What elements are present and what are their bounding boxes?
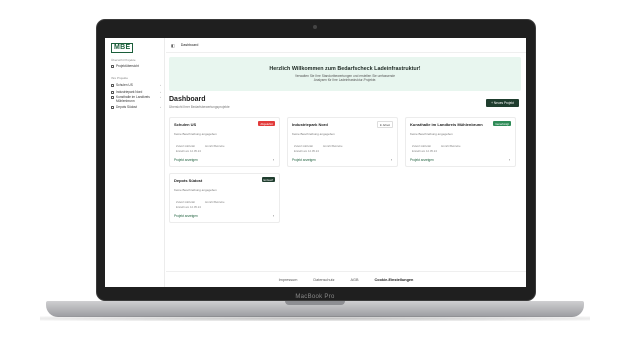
project-title: Industriepark Nord: [292, 122, 328, 127]
footer-link-privacy[interactable]: Datenschutz: [313, 278, 334, 282]
project-open-link[interactable]: Projekt anzeigen: [410, 158, 434, 162]
project-open-link[interactable]: Projekt anzeigen: [174, 214, 198, 218]
chevron-right-icon: ›: [160, 95, 161, 99]
device-label: MacBook Pro: [295, 294, 335, 300]
project-description: Keine Beschreibung angegeben: [174, 132, 217, 136]
project-card[interactable]: Depots Südost Entwurf Keine Beschreibung…: [169, 173, 280, 223]
status-badge: Abgelehnt: [258, 121, 275, 127]
meta-activity: Zuletzt Aktivität: [294, 144, 313, 148]
sidebar-item-label: Depots Südost: [116, 105, 137, 109]
project-meta-row: Zuletzt Aktivität Anzahl Betriebe: [176, 200, 225, 204]
new-project-button[interactable]: + Neues Projekt: [486, 99, 519, 107]
laptop-notch: [285, 301, 345, 305]
chevron-right-icon: ›: [160, 105, 161, 109]
status-badge: Genehmigt: [493, 121, 511, 127]
project-date: Erstellt am 12.05.24: [176, 205, 201, 209]
sidebar-item-label: Kunsthalle im Landkreis Mühlenbrunn: [116, 95, 150, 103]
project-date: Erstellt am 12.05.24: [294, 149, 319, 153]
project-meta-row: Zuletzt Aktivität Anzahl Betriebe: [176, 144, 225, 148]
status-badge: Entwurf: [261, 177, 275, 183]
project-description: Keine Beschreibung angegeben: [410, 132, 453, 136]
page-subtitle: Übersicht Ihrer Bedarfsbewertungsprojekt…: [169, 105, 230, 109]
sidebar-toggle-icon[interactable]: ◧: [171, 43, 175, 48]
folder-icon: [111, 90, 114, 94]
sidebar-item-overview[interactable]: Projektübersicht: [111, 64, 161, 68]
project-description: Keine Beschreibung angegeben: [292, 132, 335, 136]
chevron-right-icon: ›: [160, 90, 161, 94]
sidebar-item-project[interactable]: Depots Südost ›: [111, 105, 161, 109]
footer-link-impressum[interactable]: Impressum: [279, 278, 298, 282]
meta-count: Anzahl Betriebe: [204, 144, 225, 148]
sidebar-item-project[interactable]: Schulen US ›: [111, 83, 161, 87]
arrow-right-icon[interactable]: ›: [509, 158, 510, 162]
meta-activity: Zuletzt Aktivität: [176, 144, 195, 148]
meta-count: Anzahl Betriebe: [322, 144, 343, 148]
sidebar-item-label: Projektübersicht: [116, 64, 139, 68]
project-open-link[interactable]: Projekt anzeigen: [174, 158, 198, 162]
sidebar-section-overview: Übersicht Projekte: [111, 58, 136, 62]
sidebar-item-label: Schulen US: [116, 83, 133, 87]
status-badge: In Arbeit: [376, 121, 393, 129]
arrow-right-icon[interactable]: ›: [391, 158, 392, 162]
sidebar: MBE Übersicht Projekte Projektübersicht …: [105, 38, 165, 287]
footer-link-terms[interactable]: AGB: [351, 278, 359, 282]
welcome-title: Herzlich Willkommen zum Bedarfscheck Lad…: [269, 66, 421, 72]
folder-icon: [111, 83, 114, 87]
project-card[interactable]: Industriepark Nord In Arbeit Keine Besch…: [287, 117, 398, 167]
project-card[interactable]: Kunsthalle im Landkreis Mühlenbrunn Gene…: [405, 117, 516, 167]
project-title: Schulen US: [174, 122, 197, 127]
project-open-link[interactable]: Projekt anzeigen: [292, 158, 316, 162]
project-meta-row: Zuletzt Aktivität Anzahl Betriebe: [294, 144, 343, 148]
meta-activity: Zuletzt Aktivität: [412, 144, 431, 148]
meta-activity: Zuletzt Aktivität: [176, 200, 195, 204]
app-logo[interactable]: MBE: [111, 43, 134, 53]
sidebar-section-projects: Ihre Projekte: [111, 76, 129, 80]
laptop-shadow: [40, 316, 590, 321]
sidebar-item-project[interactable]: Industriepark Nord ›: [111, 90, 161, 94]
sidebar-item-label: Industriepark Nord: [116, 90, 143, 94]
project-title: Kunsthalle im Landkreis Mühlenbrunn: [410, 122, 483, 127]
welcome-banner: Herzlich Willkommen zum Bedarfscheck Lad…: [169, 57, 521, 91]
camera-dot: [313, 25, 317, 29]
top-bar: ◧ Dashboard: [166, 38, 526, 53]
breadcrumb: Dashboard: [180, 43, 199, 47]
app-screen: MBE Übersicht Projekte Projektübersicht …: [105, 38, 526, 287]
project-meta-row: Zuletzt Aktivität Anzahl Betriebe: [412, 144, 461, 148]
welcome-subtitle: Verwalten Sie Ihre Standortbewertungen u…: [294, 74, 396, 83]
folder-icon: [111, 105, 114, 109]
arrow-right-icon[interactable]: ›: [273, 214, 274, 218]
meta-count: Anzahl Betriebe: [440, 144, 461, 148]
sidebar-item-project[interactable]: Kunsthalle im Landkreis Mühlenbrunn ›: [111, 95, 161, 103]
project-card[interactable]: Schulen US Abgelehnt Keine Beschreibung …: [169, 117, 280, 167]
project-title: Depots Südost: [174, 178, 203, 183]
footer-link-cookies[interactable]: Cookie-Einstellungen: [375, 278, 414, 282]
project-date: Erstellt am 12.05.24: [176, 149, 201, 153]
page-title: Dashboard: [169, 96, 206, 103]
grid-icon: [111, 64, 114, 68]
project-description: Keine Beschreibung angegeben: [174, 188, 217, 192]
meta-count: Anzahl Betriebe: [204, 200, 225, 204]
folder-icon: [111, 96, 114, 99]
arrow-right-icon[interactable]: ›: [273, 158, 274, 162]
project-date: Erstellt am 12.05.24: [412, 149, 437, 153]
chevron-right-icon: ›: [160, 83, 161, 87]
footer: Impressum Datenschutz AGB Cookie-Einstel…: [166, 271, 526, 287]
